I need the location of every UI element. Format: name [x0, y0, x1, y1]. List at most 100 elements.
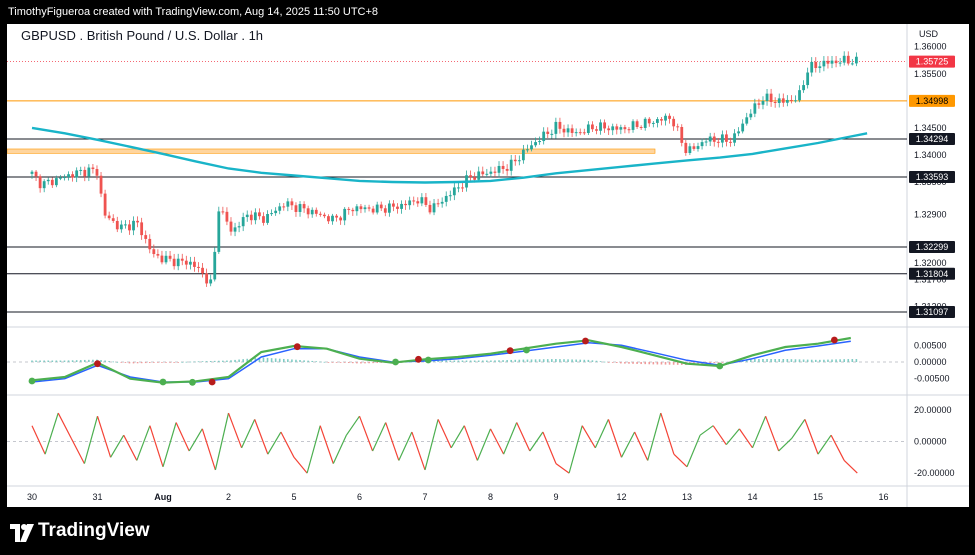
candle-body — [611, 126, 615, 131]
candle-body — [124, 224, 127, 226]
time-axis-label: 13 — [682, 492, 692, 502]
osc2-segment — [463, 425, 478, 461]
candle-body — [310, 209, 314, 215]
candle-body — [270, 213, 273, 215]
osc-histogram-bar — [461, 360, 464, 362]
candle-body — [420, 197, 424, 204]
candle-body — [87, 167, 91, 177]
tradingview-brand[interactable]: TradingView — [38, 520, 150, 542]
osc-histogram-bar — [595, 360, 598, 362]
osc-histogram-bar — [721, 362, 724, 363]
osc-histogram-bar — [327, 362, 330, 363]
candle-body — [38, 176, 42, 189]
candle-body — [631, 121, 635, 130]
osc-histogram-bar — [668, 362, 671, 365]
osc-cross-marker — [208, 378, 216, 386]
candle-body — [599, 122, 602, 131]
candle-body — [684, 142, 688, 153]
osc-histogram-bar — [315, 361, 318, 363]
osc-histogram-bar — [441, 360, 443, 362]
candle-body — [517, 160, 521, 162]
candle-body — [209, 279, 213, 284]
candle-body — [371, 208, 375, 213]
price-axis-label: 1.34000 — [914, 150, 947, 160]
candle-body — [785, 99, 789, 103]
candle-body — [278, 206, 282, 211]
candle-body — [664, 115, 667, 121]
osc2-segment — [319, 425, 334, 464]
candle-body — [854, 56, 858, 64]
candle-body — [562, 128, 566, 133]
candle-body — [42, 181, 46, 189]
currency-label: USD — [919, 29, 939, 39]
osc2-segment — [503, 422, 518, 455]
candle-body — [461, 187, 464, 189]
osc-histogram-bar — [185, 361, 188, 363]
chart-svg[interactable]: USD1.360001.355001.345001.340001.335001.… — [7, 24, 969, 507]
candle-body — [343, 208, 347, 221]
candle-body — [225, 211, 229, 222]
osc-histogram-bar — [656, 362, 659, 365]
osc-histogram-bar — [376, 362, 378, 364]
tradingview-logo-icon[interactable] — [10, 522, 34, 542]
tradingview-frame: TimothyFigueroa created with TradingView… — [0, 0, 975, 555]
osc-histogram-bar — [140, 362, 143, 364]
osc-histogram-bar — [352, 362, 354, 364]
candle-body — [680, 127, 684, 143]
osc2-segment — [804, 419, 819, 455]
osc-histogram-bar — [774, 359, 776, 362]
candle-body — [416, 201, 420, 204]
candle-body — [379, 204, 383, 209]
osc-histogram-bar — [798, 359, 801, 362]
candle-body — [30, 171, 34, 174]
candle-body — [570, 128, 574, 133]
osc-histogram-bar — [534, 359, 537, 362]
candle-body — [530, 145, 533, 150]
candle-body — [383, 208, 387, 213]
candle-body — [452, 187, 456, 196]
osc-histogram-bar — [624, 362, 626, 364]
time-axis-label: Aug — [154, 492, 172, 502]
osc-histogram-bar — [266, 357, 269, 362]
time-axis-label: 8 — [488, 492, 493, 502]
osc-histogram-bar — [169, 362, 171, 363]
candle-body — [440, 201, 444, 204]
candle-body — [737, 131, 741, 134]
symbol-title: GBPUSD . British Pound / U.S. Dollar . 1… — [21, 28, 264, 43]
osc2-segment — [594, 419, 609, 449]
osc-histogram-bar — [291, 359, 293, 362]
price-axis-label: 1.36000 — [914, 42, 947, 52]
candle-body — [521, 149, 525, 161]
osc-cross-marker — [28, 377, 36, 385]
osc-histogram-bar — [571, 359, 573, 362]
candle-body — [716, 141, 720, 143]
candle-body — [119, 224, 123, 230]
candle-body — [643, 118, 647, 128]
osc-histogram-bar — [222, 360, 224, 362]
candle-body — [720, 134, 724, 143]
candle-body — [623, 127, 627, 130]
osc-histogram-bar — [672, 362, 675, 365]
candle-body — [152, 249, 156, 255]
osc-axis-label: 0.00500 — [914, 340, 947, 350]
candle-body — [777, 98, 781, 103]
candle-body — [213, 251, 217, 280]
osc-histogram-bar — [510, 359, 512, 362]
osc-histogram-bar — [311, 360, 314, 362]
osc-histogram-bar — [230, 360, 232, 362]
time-axis-label: 15 — [813, 492, 823, 502]
candle-body — [237, 226, 241, 228]
candle-body — [668, 115, 671, 119]
candle-body — [712, 136, 716, 142]
osc-histogram-bar — [762, 359, 764, 362]
osc-histogram-bar — [660, 362, 663, 365]
osc2-segment — [254, 419, 269, 455]
candle-body — [54, 178, 58, 186]
candle-body — [627, 129, 631, 131]
osc-histogram-bar — [323, 361, 326, 363]
osc-histogram-bar — [754, 359, 756, 362]
osc-histogram-bar — [88, 359, 90, 362]
osc-histogram-bar — [153, 362, 155, 363]
time-axis-label: 7 — [422, 492, 427, 502]
candle-body — [79, 169, 83, 171]
